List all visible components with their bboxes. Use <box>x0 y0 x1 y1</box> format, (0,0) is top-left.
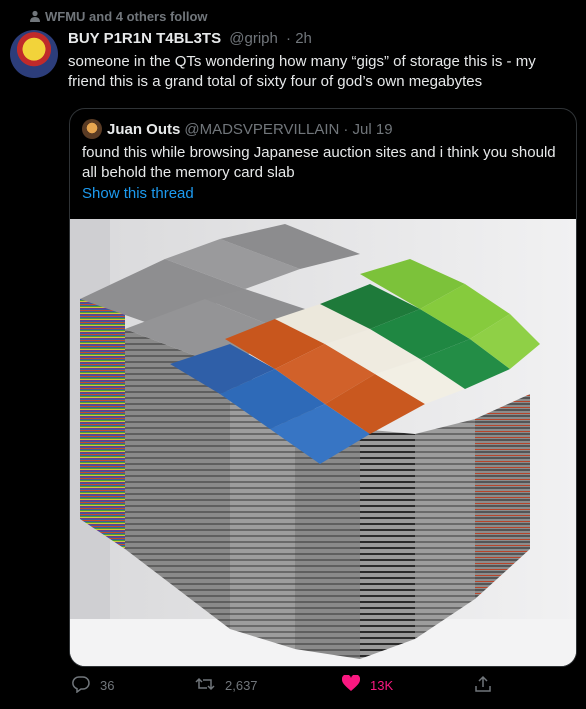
heart-icon <box>341 674 361 695</box>
like-button[interactable]: 13K <box>341 674 394 695</box>
social-context: WFMU and 4 others follow <box>30 9 208 24</box>
author-handle[interactable]: @griph <box>229 30 278 47</box>
reply-count: 36 <box>100 678 115 693</box>
quote-time: · Jul 19 <box>343 120 393 138</box>
retweet-icon <box>195 675 215 696</box>
like-count: 13K <box>370 677 394 693</box>
social-context-text: WFMU and 4 others follow <box>45 9 208 24</box>
retweet-count: 2,637 <box>225 678 258 693</box>
share-button[interactable] <box>474 675 492 696</box>
author-name[interactable]: BUY P1R1N T4BL3TS <box>68 30 221 47</box>
show-thread-link[interactable]: Show this thread <box>82 185 194 202</box>
quote-avatar <box>82 119 102 139</box>
quote-author-handle: @MADSVPERVILLAIN <box>184 120 340 138</box>
person-icon <box>29 10 41 26</box>
reply-button[interactable]: 36 <box>72 675 114 696</box>
action-bar: 36 2,637 13K <box>0 674 586 705</box>
retweet-button[interactable]: 2,637 <box>195 675 258 696</box>
share-icon <box>474 675 492 696</box>
reply-icon <box>72 675 90 696</box>
tweet-time[interactable]: · 2h <box>286 30 312 47</box>
tweet-header: BUY P1R1N T4BL3TS @griph · 2h <box>68 30 312 47</box>
quoted-tweet[interactable]: Juan Outs @MADSVPERVILLAIN · Jul 19 foun… <box>69 108 577 667</box>
quote-photo[interactable] <box>70 219 576 666</box>
tweet-text: someone in the QTs wondering how many “g… <box>68 53 536 90</box>
quote-text: found this while browsing Japanese aucti… <box>82 144 556 181</box>
author-avatar[interactable] <box>10 30 58 78</box>
quote-author-name: Juan Outs <box>107 120 181 138</box>
quote-header: Juan Outs @MADSVPERVILLAIN · Jul 19 <box>82 119 393 139</box>
memory-card-stack-image <box>70 219 576 666</box>
